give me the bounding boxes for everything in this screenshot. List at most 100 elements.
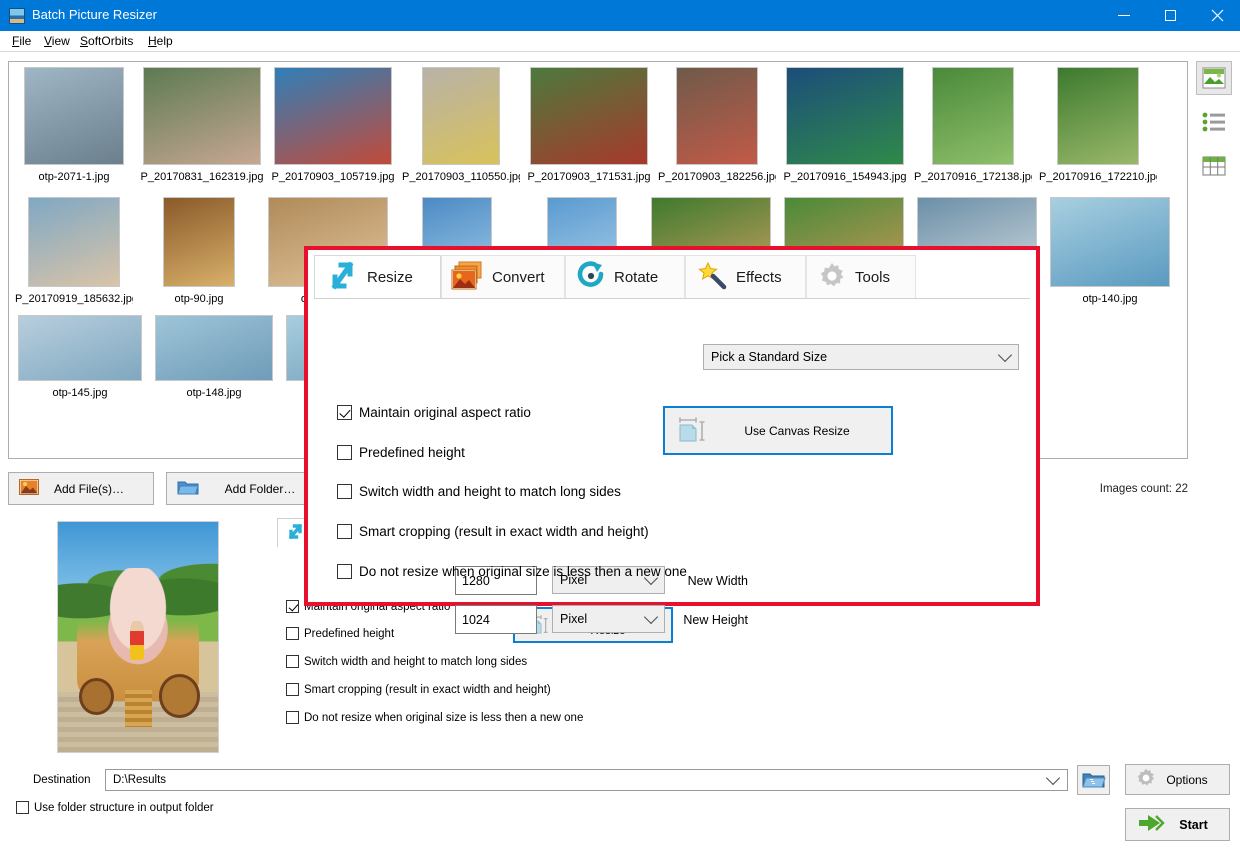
folder-icon: [177, 479, 199, 499]
thumbnail-image: [155, 315, 273, 381]
checkbox-box: [337, 484, 352, 499]
thumbnail-filename: otp-2071-1.jpg: [38, 171, 110, 183]
tab-resize[interactable]: Resize: [314, 255, 441, 298]
thumbnail-item[interactable]: otp-145.jpg: [15, 306, 145, 400]
menu-bar: File View SoftOrbits Help: [0, 31, 1240, 52]
tab-rotate[interactable]: Rotate: [565, 255, 685, 298]
checkbox-box: [286, 600, 299, 613]
checkbox-label: Smart cropping (result in exact width an…: [304, 683, 551, 696]
thumbnail-item[interactable]: P_20170916_154943.jpg: [783, 66, 907, 184]
thumbnail-image: [1050, 197, 1170, 287]
thumbnail-item[interactable]: P_20170916_172210.jpg: [1039, 66, 1157, 184]
thumbnail-view-button[interactable]: [1196, 61, 1232, 95]
maximize-icon: [1164, 10, 1176, 21]
tab-label: Rotate: [614, 268, 659, 286]
minimize-button[interactable]: [1101, 0, 1147, 31]
browse-folder-button[interactable]: [1077, 765, 1110, 795]
thumbnail-filename: P_20170903_110550.jpg: [402, 171, 520, 183]
checkbox-box: [16, 801, 29, 814]
dialog-checkbox-4[interactable]: Do not resize when original size is less…: [337, 564, 687, 579]
preview-person: [130, 620, 145, 660]
menu-file[interactable]: File: [8, 33, 35, 49]
convert-images-icon: [451, 261, 485, 294]
resize-dialog: Resize Convert Rotate Effects Tools New Widt…: [304, 246, 1040, 634]
menu-view[interactable]: View: [40, 33, 74, 49]
add-files-button[interactable]: Add File(s)…: [8, 472, 154, 505]
destination-label: Destination: [33, 774, 91, 786]
checkbox-label: Predefined height: [304, 627, 395, 640]
thumbnail-item[interactable]: otp-140.jpg: [1047, 188, 1173, 306]
tab-effects[interactable]: Effects: [685, 255, 806, 298]
options-button[interactable]: Options: [1125, 764, 1230, 795]
checkbox-label: Switch width and height to match long si…: [304, 655, 528, 668]
chevron-down-icon: [997, 347, 1013, 363]
use-folder-structure-checkbox[interactable]: Use folder structure in output folder: [16, 801, 214, 814]
preview-wheel-right: [158, 673, 201, 718]
thumbnail-filename: P_20170903_182256.jpg: [658, 171, 776, 183]
checkbox-box: [286, 655, 299, 668]
menu-softorbits[interactable]: SoftOrbits: [76, 33, 137, 49]
background-checkbox-1[interactable]: Predefined height: [286, 627, 394, 640]
thumbnail-image: [422, 67, 500, 165]
destination-combo[interactable]: D:\Results: [105, 769, 1068, 791]
thumbnail-item[interactable]: otp-2071-1.jpg: [15, 66, 133, 184]
gear-icon: [816, 261, 848, 294]
close-button[interactable]: [1194, 0, 1240, 31]
thumbnail-item[interactable]: P_20170831_162319.jpg: [140, 66, 264, 184]
thumbnail-filename: P_20170903_171531.jpg: [527, 171, 651, 183]
dialog-tab-strip: Resize Convert Rotate Effects Tools: [314, 255, 1030, 299]
app-icon: [9, 8, 25, 24]
folder-browse-icon: [1081, 773, 1106, 787]
tab-tools[interactable]: Tools: [806, 255, 916, 298]
use-folder-structure-label: Use folder structure in output folder: [34, 801, 214, 814]
menu-help[interactable]: Help: [144, 33, 177, 49]
details-view-button[interactable]: [1196, 149, 1232, 183]
images-count-label: Images count: 22: [1099, 483, 1188, 495]
gear-icon: [1135, 767, 1157, 792]
start-label: Start: [1179, 817, 1208, 832]
dialog-checkbox-0[interactable]: Maintain original aspect ratio: [337, 405, 531, 420]
tab-convert[interactable]: Convert: [441, 255, 565, 298]
use-canvas-resize-button[interactable]: Use Canvas Resize: [663, 406, 893, 455]
thumbnail-item[interactable]: P_20170903_105719.jpg: [271, 66, 395, 184]
thumbnail-item[interactable]: P_20170903_182256.jpg: [658, 66, 776, 184]
thumbnail-item[interactable]: P_20170903_110550.jpg: [402, 66, 520, 184]
height-unit-combo[interactable]: Pixel: [552, 605, 665, 633]
list-view-button[interactable]: [1196, 105, 1232, 139]
preview-steps: [125, 689, 153, 727]
magic-wand-icon: [695, 261, 729, 294]
resize-arrows-icon: [324, 260, 360, 295]
thumbnail-item[interactable]: otp-148.jpg: [152, 306, 276, 400]
background-checkbox-3[interactable]: Smart cropping (result in exact width an…: [286, 683, 551, 696]
window-title: Batch Picture Resizer: [32, 7, 157, 22]
thumbnail-item[interactable]: P_20170916_172138.jpg: [914, 66, 1032, 184]
list-view-icon: [1202, 112, 1225, 132]
close-icon: [1211, 9, 1223, 22]
tab-label: Tools: [855, 268, 891, 286]
green-arrow-icon: [1136, 812, 1170, 837]
start-button[interactable]: Start: [1125, 808, 1230, 841]
checkbox-label: Do not resize when original size is less…: [359, 564, 687, 579]
picture-icon: [19, 479, 39, 498]
background-checkbox-4[interactable]: Do not resize when original size is less…: [286, 711, 583, 724]
checkbox-label: Switch width and height to match long si…: [359, 484, 621, 499]
minimize-icon: [1118, 14, 1130, 17]
checkbox-box: [337, 445, 352, 460]
thumbnail-image: [786, 67, 904, 165]
height-unit-value: Pixel: [560, 612, 588, 626]
dialog-checkbox-2[interactable]: Switch width and height to match long si…: [337, 484, 621, 499]
maximize-button[interactable]: [1147, 0, 1193, 31]
destination-value: D:\Results: [113, 774, 167, 786]
canvas-resize-icon: [675, 414, 709, 447]
thumbnail-item[interactable]: otp-90.jpg: [140, 188, 258, 306]
thumbnail-view-icon: [1202, 67, 1226, 89]
thumbnail-filename: P_20170903_105719.jpg: [271, 171, 395, 183]
background-checkbox-2[interactable]: Switch width and height to match long si…: [286, 655, 527, 668]
dialog-checkbox-3[interactable]: Smart cropping (result in exact width an…: [337, 524, 649, 539]
thumbnail-item[interactable]: P_20170903_171531.jpg: [527, 66, 651, 184]
new-height-input[interactable]: 1024: [455, 605, 537, 634]
thumbnail-item[interactable]: P_20170919_185632.jpg: [15, 188, 133, 306]
standard-size-combo[interactable]: Pick a Standard Size: [703, 344, 1019, 370]
dialog-checkbox-1[interactable]: Predefined height: [337, 445, 465, 460]
standard-size-value: Pick a Standard Size: [711, 350, 828, 364]
